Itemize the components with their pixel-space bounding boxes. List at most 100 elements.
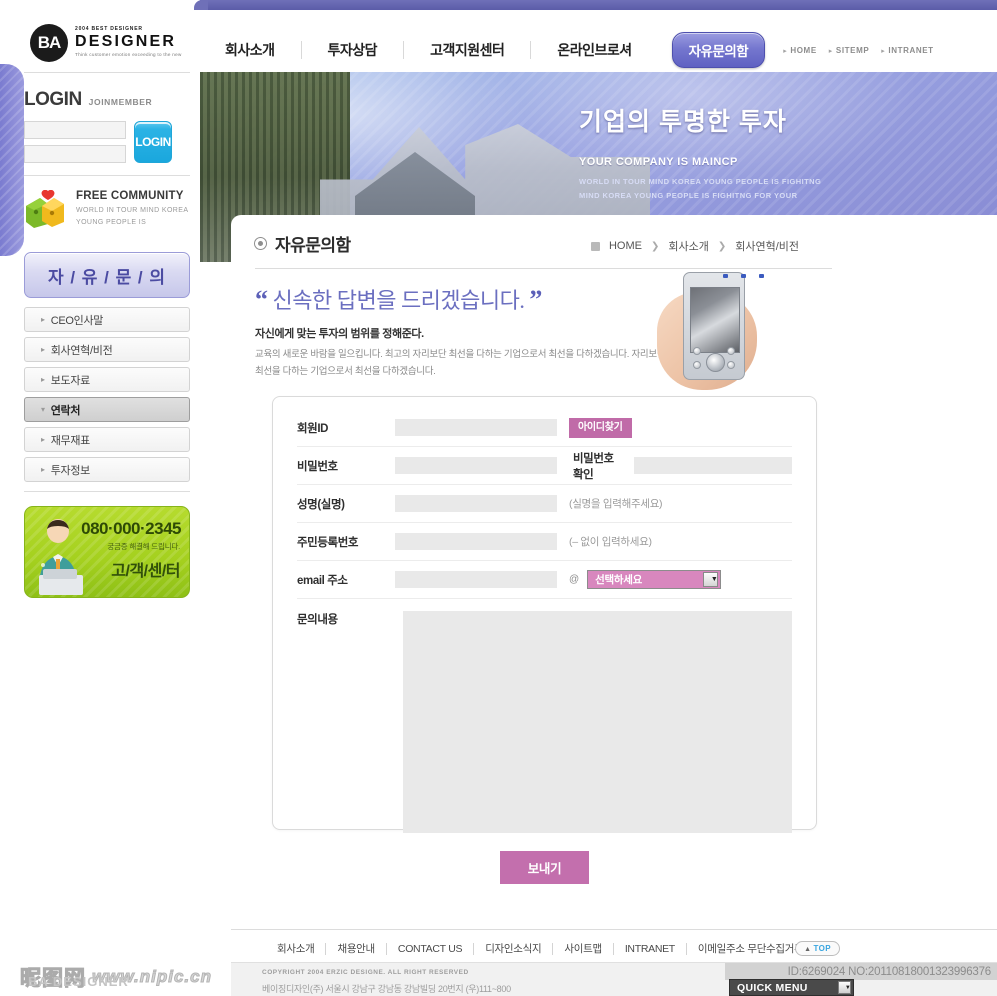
sidebar-item-ceo-greeting[interactable]: ▸ CEO인사말: [24, 307, 190, 332]
input-email-local[interactable]: [395, 571, 557, 588]
sidebar-section-title: 자 / 유 / 문 / 의: [24, 252, 190, 298]
utility-link-home[interactable]: HOME: [783, 46, 817, 55]
scroll-to-top-button[interactable]: ▲ TOP: [795, 941, 840, 956]
sidebar-item-label: 회사연혁/비전: [50, 344, 113, 357]
login-box: LOGIN JOINMEMBER LOGIN: [24, 73, 190, 175]
free-community-banner[interactable]: FREE COMMUNITY WORLD IN TOUR MIND KOREA …: [24, 176, 190, 246]
chevron-right-icon: ▸: [41, 465, 45, 474]
footer-link-newsletter[interactable]: 디자인소식지: [474, 943, 554, 955]
logo-tagline-bottom: Think customer emotion exceeding to the …: [75, 52, 182, 58]
quick-menu-select[interactable]: QUICK MENU ▼: [729, 979, 854, 996]
quote-open-icon: “: [255, 285, 268, 314]
input-name[interactable]: [395, 495, 557, 512]
bullet-icon: [255, 238, 266, 249]
nav-item-support[interactable]: 고객지원센터: [404, 41, 532, 59]
select-email-domain[interactable]: 선택하세요 ▼: [587, 570, 722, 589]
input-member-id[interactable]: [395, 419, 557, 436]
input-password[interactable]: [395, 457, 557, 474]
find-id-button[interactable]: 아이디찾기: [569, 417, 632, 438]
submit-area: 보내기: [272, 851, 817, 884]
form-row-email: email 주소 @ 선택하세요 ▼: [297, 561, 792, 599]
form-row-content: 문의내용: [297, 599, 792, 833]
hero-subheadline: YOUR COMPANY IS MAINCP: [579, 156, 738, 168]
chevron-right-icon: ▸: [41, 375, 45, 384]
chevron-down-icon: ▼: [838, 981, 851, 994]
footer-link-sitemap[interactable]: 사이트맵: [553, 943, 614, 955]
login-password-input[interactable]: [24, 145, 126, 163]
logo-wordmark: DESIGNER: [75, 33, 177, 51]
footer-divider: [231, 929, 997, 930]
nav-item-company[interactable]: 회사소개: [225, 41, 302, 59]
label-password: 비밀번호: [297, 460, 338, 473]
intro-quote-text: 신속한 답변을 드리겠습니다.: [272, 288, 525, 313]
community-tags-icon: [24, 189, 68, 230]
sidebar-item-label: 보도자료: [50, 374, 91, 387]
label-email: email 주소: [297, 574, 348, 587]
footer-link-contact[interactable]: CONTACT US: [387, 943, 475, 955]
breadcrumb-separator-icon: ❯: [650, 240, 660, 252]
label-ssn: 주민등록번호: [297, 536, 359, 549]
pda-body: [683, 272, 764, 380]
nav-item-brochure[interactable]: 온라인브로셔: [531, 41, 657, 59]
quote-close-icon: ”: [529, 285, 542, 314]
sidebar-divider-bottom: [24, 491, 190, 492]
hero-body-line1: WORLD IN TOUR MIND KOREA YOUNG PEOPLE IS…: [579, 177, 822, 186]
decorative-purple-stripe: [0, 64, 24, 256]
chevron-down-icon: ▼: [703, 572, 719, 587]
page-title: 자유문의함: [255, 231, 351, 256]
top-accent-bar: [194, 0, 997, 10]
footer-link-recruit[interactable]: 채용안내: [326, 943, 387, 955]
customer-center-banner[interactable]: 080·000·2345 궁금증 해결해 드립니다. 고/객/센/터: [24, 506, 190, 598]
hint-name: (실명을 입력해주세요): [569, 498, 663, 510]
sidebar-item-label: CEO인사말: [50, 314, 104, 327]
watermark-brand-text: BA DESIGNER: [28, 974, 129, 989]
label-member-id: 회원ID: [297, 422, 329, 435]
pda-button-3: [727, 347, 735, 355]
input-password-confirm[interactable]: [634, 457, 792, 474]
customer-center-phone: 080·000·2345: [81, 519, 181, 538]
sidebar-item-financials[interactable]: ▸ 재무재표: [24, 427, 190, 452]
breadcrumb-item-company[interactable]: 회사소개: [668, 238, 708, 254]
intro-body: 교육의 새로운 바람을 일으킵니다. 최고의 자리보단 최선을 다하는 기업으로…: [255, 349, 666, 377]
footer-link-company[interactable]: 회사소개: [266, 943, 327, 955]
quick-menu-label: QUICK MENU: [737, 981, 808, 994]
community-title: FREE COMMUNITY: [76, 190, 184, 202]
input-ssn[interactable]: [395, 533, 557, 550]
chevron-down-icon: ▾: [41, 405, 45, 414]
breadcrumb-item-current: 회사연혁/비전: [735, 241, 799, 253]
pda-top-indicators: [716, 272, 770, 279]
login-submit-button[interactable]: LOGIN: [134, 121, 172, 163]
nav-item-inquiry-active[interactable]: 자유문의함: [671, 32, 766, 68]
site-header: BA 2004 BEST DESIGNER DESIGNER Think cus…: [0, 10, 997, 70]
login-id-input[interactable]: [24, 121, 126, 139]
breadcrumb-separator-icon: ❯: [717, 240, 727, 252]
intro-bold-line: 자신에게 맞는 투자의 범위를 정해준다.: [255, 328, 424, 340]
sidebar-item-label: 재무재표: [50, 434, 91, 447]
pda-button-1: [693, 347, 701, 355]
scroll-to-top-label: TOP: [813, 944, 831, 953]
sidebar-item-press[interactable]: ▸ 보도자료: [24, 367, 190, 392]
logo-mark: BA: [30, 24, 68, 62]
site-logo[interactable]: BA 2004 BEST DESIGNER DESIGNER Think cus…: [30, 24, 182, 62]
join-member-link[interactable]: JOINMEMBER: [89, 97, 153, 107]
utility-link-sitemap[interactable]: SITEMP: [829, 46, 870, 55]
sidebar-item-investor-info[interactable]: ▸ 투자정보: [24, 457, 190, 482]
label-content: 문의내용: [297, 614, 338, 626]
footer-link-intranet[interactable]: INTRANET: [614, 943, 687, 955]
sidebar-menu: ▸ CEO인사말 ▸ 회사연혁/비전 ▸ 보도자료 ▾ 연락처 ▸ 재무재표 ▸…: [24, 307, 190, 482]
sidebar-item-contact[interactable]: ▾ 연락처: [24, 397, 190, 422]
hero-headline: 기업의 투명한 투자: [579, 108, 787, 136]
sidebar-item-history-vision[interactable]: ▸ 회사연혁/비전: [24, 337, 190, 362]
breadcrumb-item-home[interactable]: HOME: [609, 240, 642, 252]
send-button[interactable]: 보내기: [499, 851, 590, 884]
utility-link-intranet[interactable]: INTRANET: [881, 46, 933, 55]
input-inquiry-content[interactable]: [403, 611, 792, 833]
logo-tagline-top: 2004 BEST DESIGNER: [75, 26, 143, 33]
pda-device-image: [655, 268, 775, 393]
nav-item-investment[interactable]: 투자상담: [302, 41, 405, 59]
customer-center-title: 고/객/센/터: [111, 563, 180, 580]
home-icon: [590, 241, 600, 251]
chevron-right-icon: ▸: [41, 345, 45, 354]
hint-ssn: (– 없이 입력하세요): [569, 536, 652, 548]
main-navigation: 회사소개 투자상담 고객지원센터 온라인브로셔 자유문의함 HOME SITEM…: [225, 32, 934, 68]
